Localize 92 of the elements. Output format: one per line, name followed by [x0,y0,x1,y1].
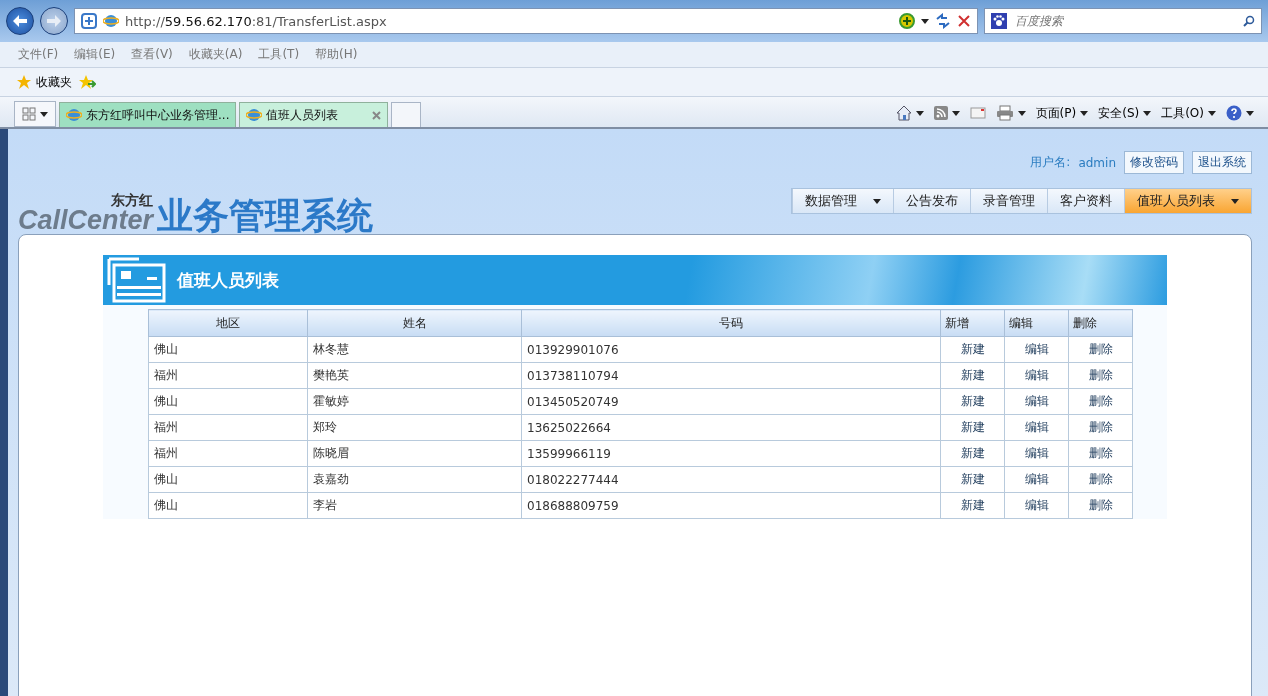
tab-list-button[interactable] [14,101,56,127]
table-cell: 福州 [148,362,308,389]
user-name: admin [1078,155,1116,170]
help-button[interactable] [1226,105,1254,121]
nav-tab[interactable]: 值班人员列表 [1124,189,1251,213]
table-cell: 林冬慧 [307,336,522,363]
column-header: 姓名 [307,309,522,337]
header-button[interactable]: 退出系统 [1192,151,1252,174]
table-cell: 佛山 [148,336,308,363]
logo-brand: CallCenter [18,207,154,234]
nav-tab[interactable]: 录音管理 [970,189,1047,213]
table-cell: 13625022664 [521,414,941,441]
menu-item[interactable]: 工具(T) [258,46,300,63]
paw-icon [991,13,1007,29]
column-header: 新增 [940,309,1005,337]
menu-item[interactable]: 查看(V) [131,46,173,63]
star-icon [16,74,32,90]
feed-icon [933,106,948,120]
command-menu[interactable]: 页面(P) [1035,104,1089,122]
caret-icon [1080,110,1089,116]
column-header: 地区 [148,309,308,337]
logo-subtitle: 东方红 [111,193,154,207]
mail-icon[interactable] [969,107,986,119]
column-header: 编辑 [1004,309,1069,337]
menu-item[interactable]: 收藏夹(A) [188,46,243,63]
user-label: 用户名: [1030,154,1071,171]
nav-tab[interactable]: 客户资料 [1047,189,1124,213]
table-cell: 013450520749 [521,388,941,415]
printer-icon [995,105,1014,121]
command-menu[interactable]: 安全(S) [1098,104,1152,122]
close-icon[interactable] [372,110,382,120]
table-cell: 福州 [148,414,308,441]
address-field[interactable]: http://59.56.62.170:81/TransferList.aspx [74,8,978,34]
plus-circle-icon[interactable] [899,13,915,29]
print-button[interactable] [995,105,1026,121]
table-cell: 李岩 [307,492,522,519]
back-button[interactable] [6,7,34,35]
header-button[interactable]: 修改密码 [1124,151,1184,174]
table-cell: 霍敏婷 [307,388,522,415]
system-title: 业务管理系统 [157,198,374,234]
caret-icon [1143,110,1152,116]
panel-title: 值班人员列表 [177,268,279,292]
back-arrow-icon [13,15,27,27]
globe-e-icon [103,13,119,29]
table-cell: 福州 [148,440,308,467]
table-cell: 013738110794 [521,362,941,389]
card-icon [107,257,167,303]
globe-e-icon [66,107,82,123]
menu-item[interactable]: 编辑(E) [74,46,116,63]
caret-icon [921,18,929,24]
table-cell: 013929901076 [521,336,941,363]
forward-arrow-icon [47,15,61,27]
help-icon [1226,105,1242,121]
caret-icon [915,110,924,116]
home-icon [895,105,912,121]
search-box[interactable]: 百度搜索 [984,8,1262,34]
column-header: 号码 [521,309,941,337]
add-favorite-icon[interactable] [78,74,96,90]
shield-plus-icon [81,13,97,29]
caret-icon [1208,110,1216,116]
search-field[interactable]: 百度搜索 [1013,13,1237,29]
column-header: 删除 [1068,309,1133,337]
table-cell: 佛山 [148,492,308,519]
table-cell: 郑玲 [307,414,522,441]
table-cell: 018022277444 [521,466,941,493]
home-button[interactable] [895,105,924,121]
table-cell: 13599966119 [521,440,941,467]
table-cell: 樊艳英 [307,362,522,389]
nav-tab[interactable]: 公告发布 [893,189,970,213]
close-icon[interactable] [957,14,971,28]
table-cell: 018688809759 [521,492,941,519]
table-cell: 陈晓眉 [307,440,522,467]
browser-tab[interactable]: 值班人员列表 [239,102,389,127]
forward-button[interactable] [40,7,68,35]
table-cell: 佛山 [148,388,308,415]
caret-icon [1246,110,1254,116]
favorites-button[interactable]: 收藏夹 [16,73,72,91]
browser-tab[interactable]: 东方红呼叫中心业务管理... [59,102,237,127]
table-cell: 佛山 [148,466,308,493]
refresh-icon[interactable] [935,13,951,29]
grid-icon [22,107,36,121]
menu-item[interactable]: 帮助(H) [315,46,358,63]
caret-icon [40,111,48,117]
search-icon[interactable] [1243,15,1255,27]
caret-icon [1017,110,1026,116]
caret-icon [951,110,960,116]
globe-e-icon [246,107,263,123]
menu-item[interactable]: 文件(F) [18,46,59,63]
command-menu[interactable]: 工具(O) [1161,104,1216,122]
table-cell: 袁嘉劲 [307,466,522,493]
nav-tab[interactable]: 数据管理 [792,189,893,213]
feed-button[interactable] [933,106,960,120]
